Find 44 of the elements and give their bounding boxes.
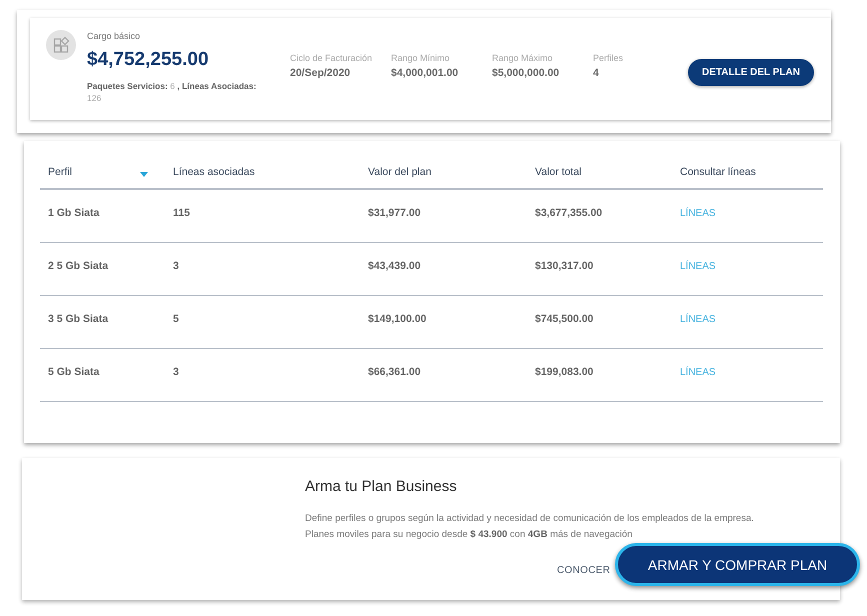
column-header: Consultar líneas — [680, 164, 756, 178]
lines-link[interactable]: LÍNEAS — [680, 207, 716, 221]
table-cell: 115 — [173, 207, 190, 219]
lines-link[interactable]: LÍNEAS — [680, 313, 716, 327]
table-cell: $66,361.00 — [368, 366, 421, 378]
stat-value: 20/Sep/2020 — [290, 66, 352, 80]
plan-amount: $4,752,255.00 — [87, 48, 210, 72]
column-header: Valor total — [535, 164, 582, 178]
stat-label: Perfiles — [593, 53, 624, 64]
plan-summary-text: Paquetes Servicios: 6 , Líneas Asociadas: 126 — [87, 80, 258, 104]
stat-label: Rango Mínimo — [391, 53, 451, 64]
promo-title: Arma tu Plan Business — [305, 478, 458, 496]
table-cell: $43,439.00 — [368, 260, 421, 272]
stat-label: Rango Máximo — [492, 53, 554, 64]
promo-description: Planes moviles para su negocio desde $ 43.900 con 4GB más de navegación — [305, 528, 634, 542]
table-cell: $745,500.00 — [535, 313, 594, 325]
table-cell: 5 — [173, 313, 179, 325]
stat-label: Ciclo de Facturación — [290, 53, 374, 64]
more-info-link[interactable]: CONOCER — [557, 565, 610, 577]
table-cell: 3 5 Gb Siata — [48, 313, 108, 325]
table-cell: $3,677,355.00 — [535, 207, 602, 219]
column-header: Líneas asociadas — [173, 164, 255, 178]
table-cell: $149,100.00 — [368, 313, 426, 325]
table-cell: 1 Gb Siata — [48, 207, 100, 219]
shapes-icon — [46, 30, 76, 60]
table-cell: 2 5 Gb Siata — [48, 260, 108, 272]
table-cell: 3 — [173, 260, 179, 272]
promo-description: Define perfiles o grupos según la actividad y necesidad de comunicación de los empleados de la empresa. — [305, 512, 755, 526]
plan-detail-button[interactable]: DETALLE DEL PLAN — [688, 59, 814, 86]
sort-arrow-icon[interactable] — [140, 172, 148, 177]
stat-value: $5,000,000.00 — [492, 66, 560, 80]
lines-link[interactable]: LÍNEAS — [680, 260, 716, 274]
table-cell: $31,977.00 — [368, 207, 421, 219]
table-cell: 3 — [173, 366, 179, 378]
plan-title: Cargo básico — [87, 30, 142, 42]
lines-link[interactable]: LÍNEAS — [680, 366, 716, 380]
table-cell: $130,317.00 — [535, 260, 594, 272]
column-header: Perfil — [48, 164, 72, 178]
column-header: Valor del plan — [368, 164, 432, 178]
table-cell: 5 Gb Siata — [48, 366, 100, 378]
build-plan-button[interactable]: ARMAR Y COMPRAR PLAN — [615, 543, 860, 586]
stat-value: $4,000,001.00 — [391, 66, 460, 80]
table-cell: $199,083.00 — [535, 366, 594, 378]
stat-value: 4 — [593, 66, 600, 80]
